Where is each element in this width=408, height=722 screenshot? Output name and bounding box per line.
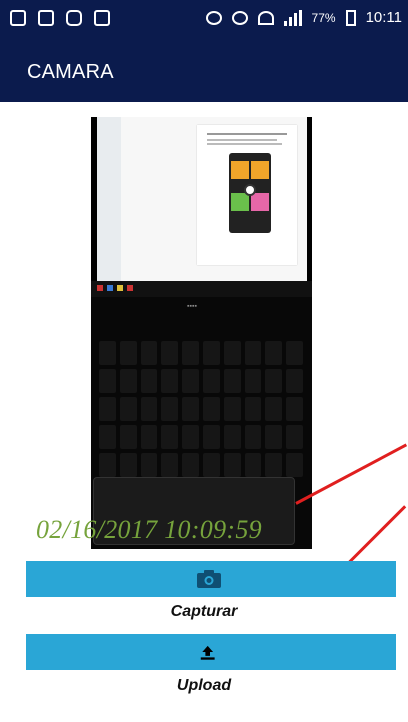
captured-photo: ▪▪▪▪ bbox=[91, 117, 312, 549]
wifi-icon bbox=[257, 10, 274, 25]
image-icon bbox=[38, 10, 54, 26]
photo-phone bbox=[229, 153, 271, 233]
app-bar: CAMARA bbox=[0, 38, 408, 102]
facebook-icon bbox=[10, 10, 26, 26]
camera-icon bbox=[197, 570, 221, 588]
photo-taskbar bbox=[91, 281, 312, 297]
capture-button[interactable] bbox=[26, 561, 396, 597]
gallery-icon bbox=[94, 10, 110, 26]
photo-keyboard bbox=[99, 341, 303, 477]
photo-sidebar bbox=[97, 117, 121, 281]
capture-label: Capturar bbox=[170, 603, 238, 620]
instagram-icon bbox=[66, 10, 82, 26]
photo-timestamp: 02/16/2017 10:09:59 bbox=[36, 515, 262, 544]
annotation-arrow bbox=[295, 443, 408, 505]
mute-icon bbox=[205, 10, 222, 25]
status-bar: 77% 10:11 bbox=[0, 0, 408, 38]
battery-percent: 77% bbox=[311, 10, 336, 25]
page-title: CAMARA bbox=[27, 61, 114, 83]
clock: 10:11 bbox=[365, 9, 402, 26]
system-icons: 77% 10:11 bbox=[205, 9, 402, 26]
signal-icon bbox=[283, 9, 302, 26]
photo-monitor bbox=[97, 117, 307, 281]
photo-logo: ▪▪▪▪ bbox=[187, 303, 197, 310]
upload-button[interactable] bbox=[26, 634, 396, 670]
photo-laptop: ▪▪▪▪ bbox=[91, 297, 312, 549]
battery-icon bbox=[345, 9, 356, 26]
photo-document bbox=[197, 125, 297, 265]
alarm-icon bbox=[231, 10, 248, 25]
notification-icons bbox=[10, 10, 110, 26]
upload-label: Upload bbox=[176, 677, 232, 694]
upload-icon bbox=[200, 645, 215, 660]
